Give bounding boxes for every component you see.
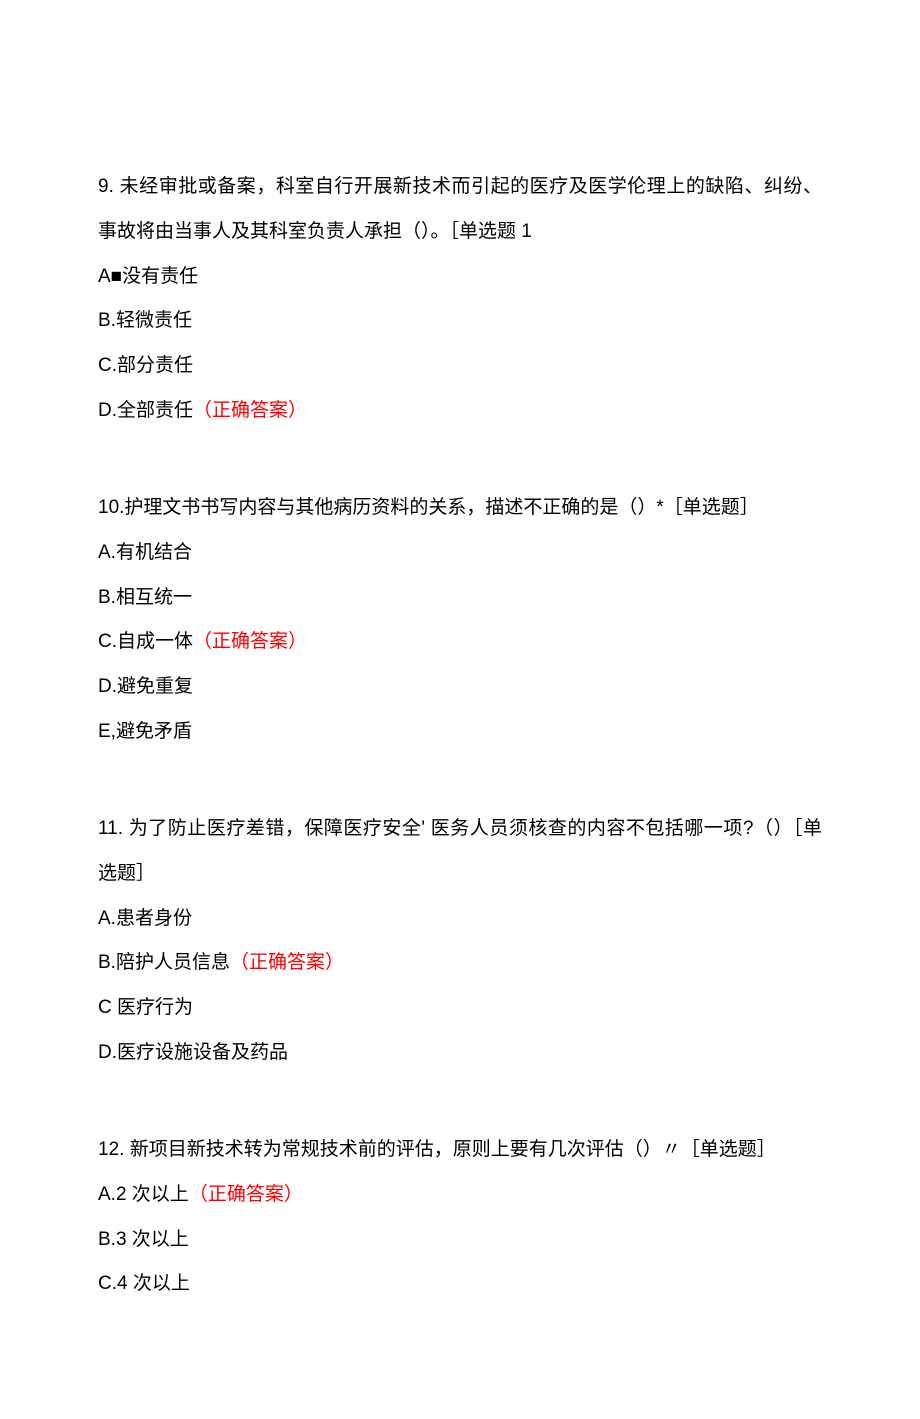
question-11-option-c: C 医疗行为 [98,986,822,1031]
correct-answer-marker: （正确答案） [193,400,307,421]
question-10-option-a: A.有机结合 [98,531,822,576]
question-10-option-d: D.避免重复 [98,665,822,710]
question-11: 11. 为了防止医疗差错，保障医疗安全' 医务人员须核查的内容不包括哪一项?（）… [98,807,822,1076]
correct-answer-marker: （正确答案） [193,631,307,652]
question-9: 9. 未经审批或备案，科室自行开展新技术而引起的医疗及医学伦理上的缺陷、纠纷、事… [98,165,822,434]
option-text: B.相互统一 [98,587,192,608]
question-11-option-d: D.医疗设施设备及药品 [98,1031,822,1076]
question-11-option-a: A.患者身份 [98,897,822,942]
question-12-option-c: C.4 次以上 [98,1262,822,1307]
question-12-option-a: A.2 次以上（正确答案） [98,1173,822,1218]
option-text: A■没有责任 [98,266,198,287]
option-text: A.有机结合 [98,542,192,563]
question-10-stem: 10.护理文书书写内容与其他病历资料的关系，描述不正确的是（）*［单选题］ [98,486,822,531]
option-text: A.患者身份 [98,908,192,929]
question-11-option-b: B.陪护人员信息（正确答案） [98,941,822,986]
question-9-option-b: B.轻微责任 [98,299,822,344]
question-9-option-c: C.部分责任 [98,344,822,389]
question-10-option-e: E,避免矛盾 [98,710,822,755]
option-text: C.4 次以上 [98,1273,190,1294]
option-text: C.自成一体 [98,631,193,652]
option-text: D.医疗设施设备及药品 [98,1042,288,1063]
correct-answer-marker: （正确答案） [230,952,344,973]
option-text: B.3 次以上 [98,1229,189,1250]
option-text: D.全部责任 [98,400,193,421]
question-11-stem: 11. 为了防止医疗差错，保障医疗安全' 医务人员须核查的内容不包括哪一项?（）… [98,807,822,897]
option-text: E,避免矛盾 [98,721,192,742]
question-10-option-b: B.相互统一 [98,576,822,621]
option-text: C 医疗行为 [98,997,193,1018]
question-10-option-c: C.自成一体（正确答案） [98,620,822,665]
question-12: 12. 新项目新技术转为常规技术前的评估，原则上要有几次评估（）〃［单选题］ A… [98,1128,822,1307]
question-12-stem: 12. 新项目新技术转为常规技术前的评估，原则上要有几次评估（）〃［单选题］ [98,1128,822,1173]
question-9-option-a: A■没有责任 [98,255,822,300]
document-page: 9. 未经审批或备案，科室自行开展新技术而引起的医疗及医学伦理上的缺陷、纠纷、事… [0,0,920,1419]
question-9-option-d: D.全部责任（正确答案） [98,389,822,434]
question-12-option-b: B.3 次以上 [98,1218,822,1263]
option-text: D.避免重复 [98,676,193,697]
question-9-stem: 9. 未经审批或备案，科室自行开展新技术而引起的医疗及医学伦理上的缺陷、纠纷、事… [98,165,822,255]
option-text: B.陪护人员信息 [98,952,230,973]
question-10: 10.护理文书书写内容与其他病历资料的关系，描述不正确的是（）*［单选题］ A.… [98,486,822,755]
option-text: B.轻微责任 [98,310,192,331]
correct-answer-marker: （正确答案） [189,1184,303,1205]
option-text: A.2 次以上 [98,1184,189,1205]
option-text: C.部分责任 [98,355,193,376]
